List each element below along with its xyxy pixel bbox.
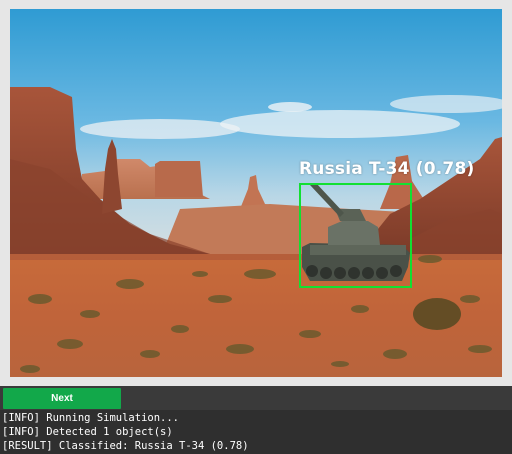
console-log: [INFO] Running Simulation... [INFO] Dete… bbox=[0, 410, 512, 454]
next-button[interactable]: Next bbox=[3, 388, 121, 409]
desert-landscape bbox=[10, 9, 502, 377]
image-frame: Russia T-34 (0.78) bbox=[0, 0, 512, 386]
console-line: [RESULT] Classified: Russia T-34 (0.78) bbox=[2, 440, 249, 452]
detection-label: Russia T-34 (0.78) bbox=[299, 159, 475, 179]
detection-bounding-box bbox=[299, 183, 412, 288]
console-line: [INFO] Detected 1 object(s) bbox=[2, 426, 173, 438]
console-line: [INFO] Running Simulation... bbox=[2, 412, 180, 424]
simulation-image: Russia T-34 (0.78) bbox=[10, 9, 502, 377]
